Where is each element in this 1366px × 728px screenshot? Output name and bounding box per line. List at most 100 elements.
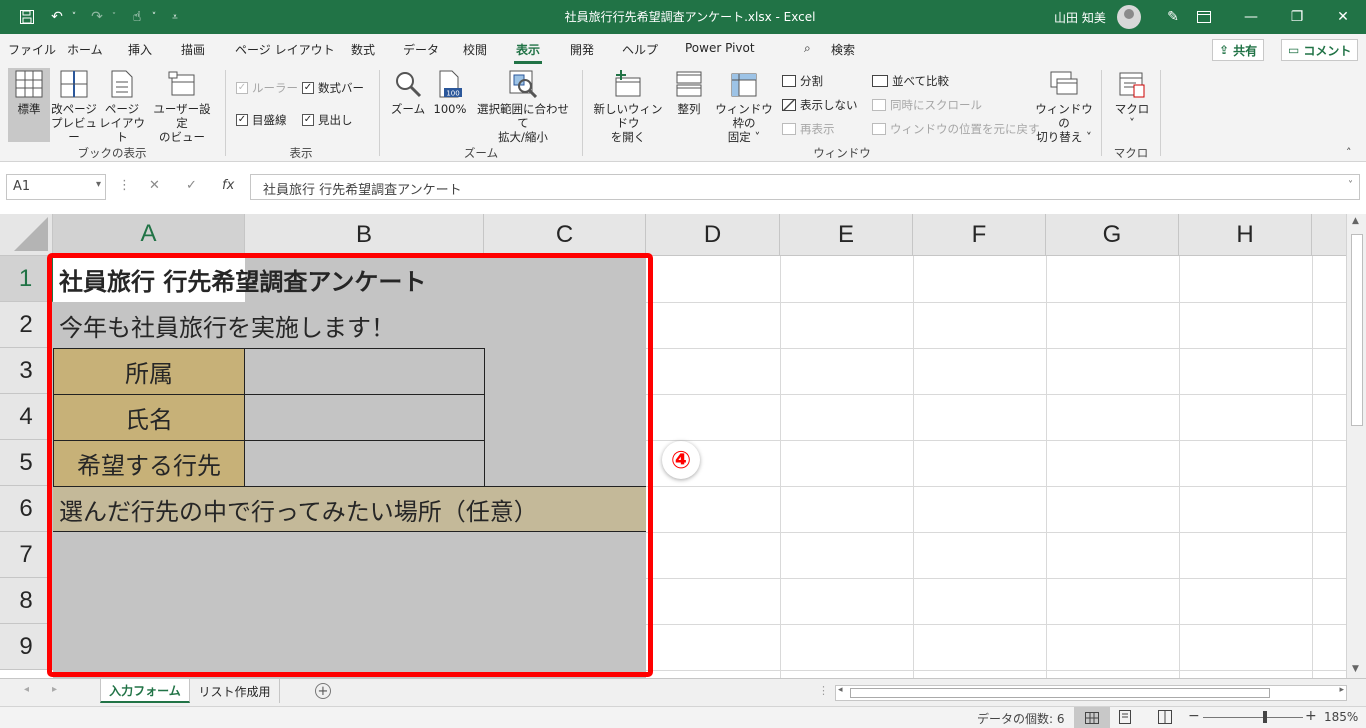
arrange-all-button[interactable]: 整列 — [670, 68, 708, 116]
column-header-a[interactable]: A — [53, 214, 245, 256]
column-header-i[interactable] — [1312, 214, 1346, 256]
page-break-status-icon[interactable] — [1158, 710, 1172, 727]
page-layout-button[interactable]: ページ レイアウト — [99, 68, 145, 144]
row-header-6[interactable]: 6 — [0, 486, 53, 532]
minimize-button[interactable]: — — [1228, 0, 1274, 34]
vertical-scrollbar[interactable]: ▲ ▼ — [1346, 214, 1366, 678]
zoom-in-icon[interactable]: + — [1305, 708, 1317, 724]
row-header-2[interactable]: 2 — [0, 302, 53, 348]
scroll-left-icon[interactable]: ◂ — [838, 685, 843, 695]
column-header-e[interactable]: E — [780, 214, 913, 256]
ribbon-display-options-icon[interactable] — [1181, 0, 1227, 34]
page-break-preview-button[interactable]: 改ページ プレビュー — [51, 68, 97, 144]
name-box[interactable]: A1 — [6, 174, 106, 200]
tab-help[interactable]: ヘルプ — [622, 41, 658, 58]
freeze-panes-button[interactable]: ウィンドウ枠の 固定 ˅ — [710, 68, 778, 144]
search-icon[interactable]: ⌕ — [804, 41, 811, 56]
avatar[interactable] — [1117, 5, 1141, 29]
tab-power-pivot[interactable]: Power Pivot — [685, 41, 755, 55]
undo-dropdown-icon[interactable]: ˅ — [68, 6, 80, 28]
tab-page-layout[interactable]: ページ レイアウト — [235, 41, 335, 58]
row-header-1[interactable]: 1 — [0, 256, 53, 302]
touch-mode-icon[interactable]: ☝ — [126, 6, 148, 28]
gridline — [1046, 256, 1047, 678]
collapse-ribbon-icon[interactable]: ˄ — [1346, 146, 1352, 159]
formula-input[interactable]: 社員旅行 行先希望調査アンケート — [250, 174, 1360, 200]
zoom-level[interactable]: 185% — [1324, 710, 1358, 724]
add-sheet-icon[interactable]: + — [315, 683, 331, 699]
hide-window-button[interactable]: 表示しない — [782, 97, 858, 113]
horizontal-scroll-thumb[interactable] — [850, 688, 1270, 698]
row-header-8[interactable]: 8 — [0, 578, 53, 624]
expand-formula-bar-icon[interactable]: ˅ — [1348, 180, 1353, 191]
scroll-tabs-left-icon[interactable]: ◂ — [24, 684, 29, 695]
tab-review[interactable]: 校閲 — [463, 41, 487, 58]
select-all-button[interactable] — [0, 214, 53, 256]
ruler-checkbox: ✓ ルーラー — [236, 80, 298, 96]
zoom-to-selection-button[interactable]: 選択範囲に合わせて 拡大/縮小 — [472, 68, 574, 144]
tab-view[interactable]: 表示 — [513, 41, 543, 64]
column-header-c[interactable]: C — [484, 214, 646, 256]
tab-home[interactable]: ホーム — [67, 41, 103, 58]
tab-file[interactable]: ファイル — [8, 41, 56, 58]
tab-formulas[interactable]: 数式 — [351, 41, 375, 58]
user-name[interactable]: 山田 知美 — [1054, 9, 1106, 26]
row-header-3[interactable]: 3 — [0, 348, 53, 394]
save-icon[interactable] — [16, 6, 38, 28]
scroll-right-icon[interactable]: ▸ — [1339, 685, 1344, 695]
column-header-h[interactable]: H — [1179, 214, 1312, 256]
zoom-slider-thumb[interactable] — [1263, 711, 1267, 723]
normal-view-status-button[interactable] — [1074, 707, 1110, 728]
row-header-5[interactable]: 5 — [0, 440, 53, 486]
view-side-by-side-button[interactable]: 並べて比較 — [872, 73, 949, 89]
gridlines-checkbox[interactable]: ✓ 目盛線 — [236, 112, 287, 128]
normal-view-button[interactable]: 標準 — [8, 68, 50, 142]
switch-windows-button[interactable]: ウィンドウの 切り替え ˅ — [1034, 68, 1094, 144]
zoom-button[interactable]: ズーム — [388, 68, 428, 116]
horizontal-scrollbar[interactable]: ◂ ▸ — [835, 685, 1347, 701]
close-button[interactable]: ✕ — [1320, 0, 1366, 34]
macros-button[interactable]: マクロ ˅ — [1110, 68, 1154, 130]
custom-views-button[interactable]: ユーザー設定 のビュー — [148, 68, 216, 144]
tab-developer[interactable]: 開発 — [570, 41, 594, 58]
comment-button[interactable]: ▭ コメント — [1281, 39, 1359, 61]
tab-insert[interactable]: 挿入 — [128, 41, 152, 58]
zoom-slider[interactable] — [1203, 717, 1303, 718]
column-header-g[interactable]: G — [1046, 214, 1179, 256]
column-header-b[interactable]: B — [245, 214, 484, 256]
search-label[interactable]: 検索 — [831, 41, 855, 58]
row-header-4[interactable]: 4 — [0, 394, 53, 440]
headings-checkbox[interactable]: ✓ 見出し — [302, 112, 353, 128]
tab-draw[interactable]: 描画 — [181, 41, 205, 58]
page-layout-status-icon[interactable] — [1118, 710, 1132, 727]
restore-button[interactable]: ❐ — [1274, 0, 1320, 34]
new-window-button[interactable]: 新しいウィンドウ を開く — [590, 68, 666, 144]
cancel-icon[interactable]: ✕ — [149, 178, 160, 193]
row-header-9[interactable]: 9 — [0, 624, 53, 670]
count-status[interactable]: データの個数: 6 — [977, 710, 1065, 727]
split-button[interactable]: 分割 — [782, 73, 823, 89]
vertical-scroll-thumb[interactable] — [1351, 234, 1363, 426]
column-header-d[interactable]: D — [646, 214, 780, 256]
sheet-tab-list[interactable]: リスト作成用 — [190, 679, 280, 703]
scroll-up-icon[interactable]: ▲ — [1352, 216, 1359, 226]
customize-toolbar-icon[interactable]: ⩡ — [164, 6, 186, 28]
zoom-100-button[interactable]: 100 100% — [430, 68, 470, 116]
insert-function-icon[interactable]: fx — [222, 178, 234, 193]
worksheet-grid[interactable]: A B C D E F G H 1 2 3 4 5 6 7 8 9 社員旅行 行… — [0, 214, 1346, 678]
row-header-7[interactable]: 7 — [0, 532, 53, 578]
formula-bar-options-icon[interactable]: ⋮ — [118, 178, 131, 193]
column-header-f[interactable]: F — [913, 214, 1046, 256]
redo-dropdown-icon: ˅ — [111, 12, 117, 22]
sheet-tab-input-form[interactable]: 入力フォーム — [100, 679, 190, 703]
share-button[interactable]: ⇪ 共有 — [1212, 39, 1265, 61]
scroll-tabs-right-icon[interactable]: ▸ — [52, 684, 57, 695]
enter-icon[interactable]: ✓ — [186, 178, 197, 193]
formula-bar-checkbox[interactable]: ✓ 数式バー — [302, 80, 364, 96]
tab-data[interactable]: データ — [403, 41, 439, 58]
zoom-out-icon[interactable]: − — [1188, 708, 1200, 724]
touch-mode-dropdown-icon[interactable]: ˅ — [148, 6, 160, 28]
tab-split-handle-icon[interactable]: ⋮ — [818, 684, 829, 697]
scroll-down-icon[interactable]: ▼ — [1352, 664, 1359, 674]
undo-icon[interactable]: ↶ — [46, 6, 68, 28]
